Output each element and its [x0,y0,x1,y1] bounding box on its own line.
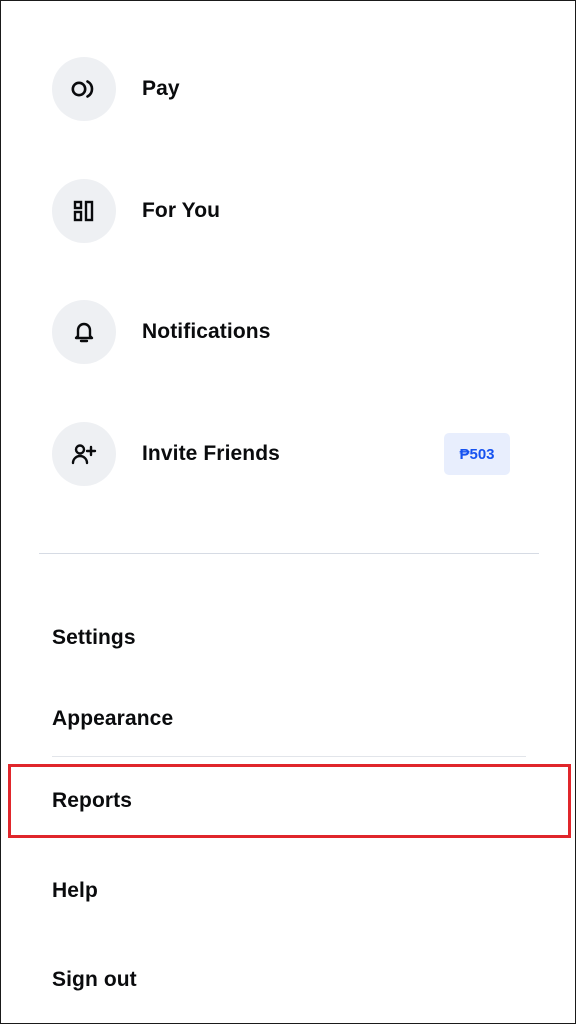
menu-item-label: Invite Friends [142,442,280,465]
menu-item-sign-out[interactable]: Sign out [52,965,137,995]
menu-item-settings[interactable]: Settings [52,623,136,653]
menu-item-invite-friends[interactable]: Invite Friends ₱503 [52,422,511,486]
menu-divider-secondary [52,756,526,757]
dashboard-icon [52,179,116,243]
pay-icon [52,57,116,121]
menu-divider [39,553,539,554]
menu-item-label: For You [142,199,221,222]
menu-item-pay[interactable]: Pay [52,57,511,121]
menu-item-notifications[interactable]: Notifications [52,300,511,364]
menu-item-for-you[interactable]: For You [52,179,511,243]
menu-item-help[interactable]: Help [52,876,98,906]
menu-item-label: Pay [142,77,180,100]
menu-item-appearance[interactable]: Appearance [52,704,173,734]
menu-item-label: Notifications [142,320,271,343]
bell-icon [52,300,116,364]
add-user-icon [52,422,116,486]
reward-badge: ₱503 [444,433,510,475]
side-menu: Pay For You Notifications Invite Friends… [0,0,576,1024]
menu-item-reports[interactable]: Reports [52,786,132,816]
